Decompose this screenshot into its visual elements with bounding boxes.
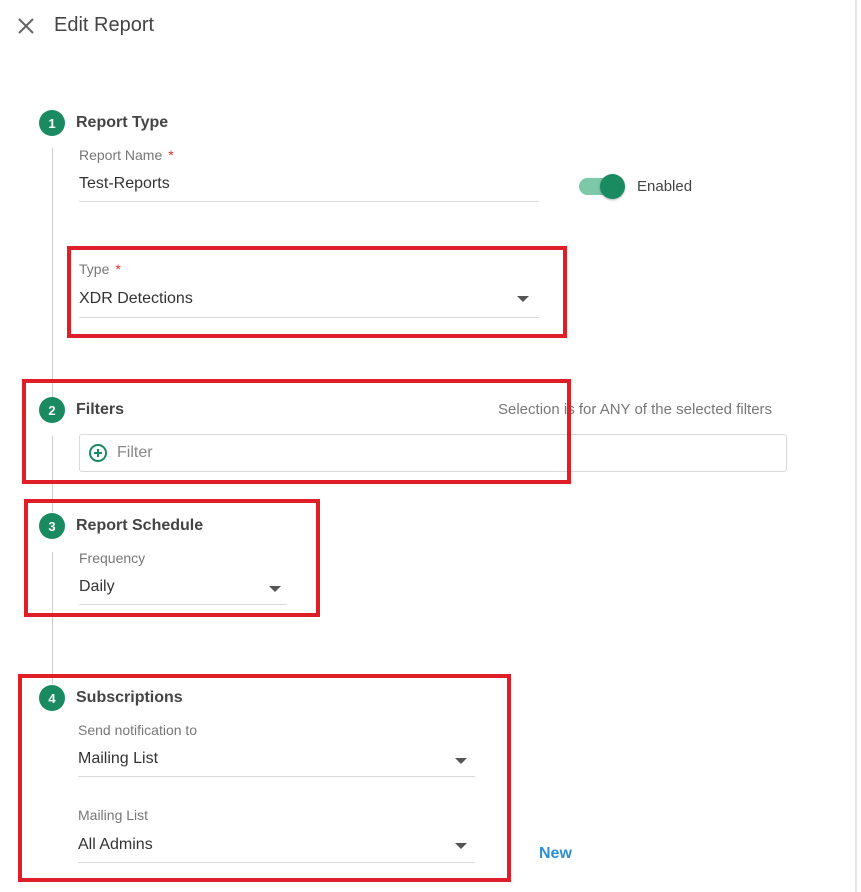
enabled-toggle-label: Enabled xyxy=(637,178,693,195)
mailing-list-underline xyxy=(78,862,475,863)
step-1-badge: 1 xyxy=(39,110,65,136)
report-name-input[interactable]: Test-Reports xyxy=(79,175,539,193)
step-4-title: Subscriptions xyxy=(76,689,183,706)
stepper-line-2 xyxy=(52,436,53,512)
chevron-down-icon xyxy=(269,586,281,592)
type-underline xyxy=(79,317,539,318)
step-2-badge: 2 xyxy=(39,397,65,423)
frequency-select-value: Daily xyxy=(79,578,115,595)
step-3-title: Report Schedule xyxy=(76,517,204,534)
step-1-title: Report Type xyxy=(76,114,169,131)
send-notification-value: Mailing List xyxy=(78,750,159,767)
send-notification-select[interactable]: Mailing List xyxy=(78,746,475,776)
chevron-down-icon xyxy=(517,296,529,302)
enabled-toggle-knob[interactable] xyxy=(600,174,625,199)
frequency-underline xyxy=(79,604,287,605)
type-label: Type * xyxy=(79,261,121,277)
mailing-list-label: Mailing List xyxy=(78,807,149,823)
close-icon xyxy=(18,18,34,34)
required-mark: * xyxy=(168,147,174,163)
required-mark: * xyxy=(115,261,121,277)
chevron-down-icon xyxy=(455,758,467,764)
type-select[interactable]: XDR Detections xyxy=(79,286,539,316)
mailing-list-value: All Admins xyxy=(78,836,153,853)
scrollbar-edge xyxy=(855,0,857,892)
stepper-line-3 xyxy=(52,552,53,684)
stepper-line-1 xyxy=(52,148,53,402)
chevron-down-icon xyxy=(455,843,467,849)
plus-circle-icon[interactable] xyxy=(89,444,107,462)
close-button[interactable] xyxy=(14,14,38,38)
step-2-title: Filters xyxy=(76,401,125,418)
filter-hint: Selection is for ANY of the selected fil… xyxy=(498,401,773,418)
step-4-badge: 4 xyxy=(39,685,65,711)
report-name-label: Report Name * xyxy=(79,147,174,163)
new-mailing-list-link[interactable]: New xyxy=(539,845,572,863)
send-notification-underline xyxy=(78,776,475,777)
mailing-list-select[interactable]: All Admins xyxy=(78,832,475,862)
filter-input[interactable] xyxy=(79,434,787,472)
type-select-value: XDR Detections xyxy=(79,290,193,307)
filter-placeholder: Filter xyxy=(117,444,153,461)
send-notification-label: Send notification to xyxy=(78,722,198,738)
step-3-badge: 3 xyxy=(39,513,65,539)
frequency-label: Frequency xyxy=(79,550,146,566)
report-name-underline xyxy=(79,201,539,202)
frequency-select[interactable]: Daily xyxy=(79,574,287,604)
page-title: Edit Report xyxy=(54,14,155,36)
